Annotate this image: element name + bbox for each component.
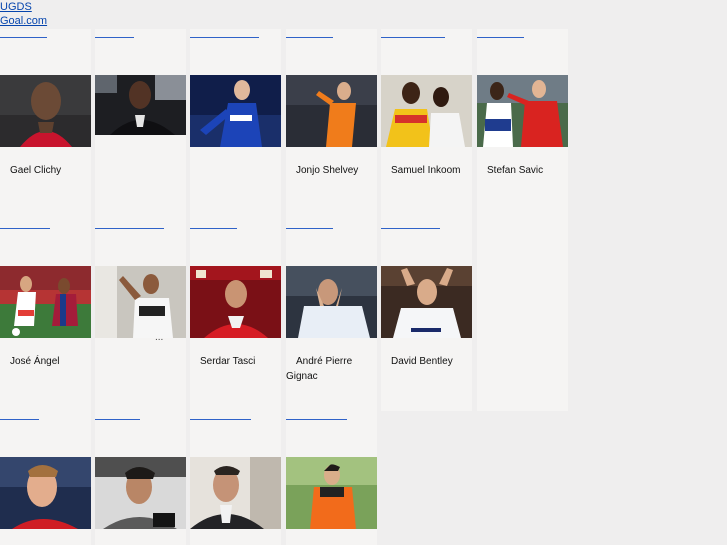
player-name: José Ángel [10,356,60,367]
player-photo-image [95,266,186,338]
player-photo-image [190,457,281,529]
player-link-underline[interactable] [190,228,237,229]
site-link[interactable]: UGDS [0,0,47,14]
player-name: Samuel Inkoom [391,165,461,176]
player-photo-image [381,75,472,147]
player-link-underline[interactable] [477,37,524,38]
player-card[interactable]: Gael Clichy [0,29,91,220]
player-photo-image [286,457,377,529]
player-link-underline[interactable] [286,228,333,229]
player-card[interactable] [190,411,281,545]
player-photo[interactable] [0,75,91,147]
player-name: André Pierre Gignac [286,356,353,382]
player-name: Jonjo Shelvey [296,165,359,176]
player-link-underline[interactable] [0,228,50,229]
player-card[interactable] [286,411,377,545]
player-card[interactable]: Samuel Inkoom [381,29,472,220]
player-link-underline[interactable] [0,37,47,38]
player-card[interactable]: Serdar Tasci [190,220,281,411]
player-card[interactable]: André Pierre Gignac [286,220,377,411]
player-link-underline[interactable] [95,419,140,420]
player-photo-image [381,266,472,338]
player-photo-image [95,75,186,135]
player-link-underline[interactable] [286,37,333,38]
photo-caption-ellipsis: ... [155,332,164,343]
player-card[interactable] [477,220,568,411]
player-photo[interactable] [95,266,186,338]
player-link-underline[interactable] [0,419,39,420]
player-photo[interactable] [190,457,281,529]
source-link[interactable]: Goal.com [0,14,47,28]
player-link-underline[interactable] [286,419,347,420]
player-photo[interactable] [286,266,377,338]
player-link-underline[interactable] [381,37,445,38]
player-card[interactable]: ... [95,220,186,411]
player-card[interactable]: Jonjo Shelvey [286,29,377,220]
player-photo[interactable] [190,266,281,338]
player-photo[interactable] [0,457,91,529]
player-link-underline[interactable] [381,228,440,229]
player-link-underline[interactable] [190,419,251,420]
player-card[interactable] [190,29,281,220]
player-photo-image [0,457,91,529]
player-link-underline[interactable] [95,37,134,38]
player-name: Stefan Savic [487,165,544,176]
player-photo[interactable] [95,75,186,135]
player-name: David Bentley [391,356,453,367]
player-name: Gael Clichy [10,165,62,176]
player-photo-image [286,75,377,147]
player-card[interactable]: David Bentley [381,220,472,411]
player-photo-image [95,457,186,529]
player-photo[interactable] [190,75,281,147]
player-card[interactable] [95,411,186,545]
player-link-underline[interactable] [190,37,259,38]
player-card[interactable] [0,411,91,545]
player-photo-image [0,266,91,338]
player-card[interactable]: Stefan Savic [477,29,568,220]
player-photo-image [286,266,377,338]
player-photo-image [0,75,91,147]
player-name: Serdar Tasci [200,356,256,367]
player-photo[interactable] [286,457,377,529]
player-photo[interactable] [477,75,568,147]
player-card[interactable]: José Ángel [0,220,91,411]
player-photo[interactable] [286,75,377,147]
player-photo[interactable] [381,266,472,338]
player-photo-image [477,75,568,147]
player-link-underline[interactable] [95,228,164,229]
player-card[interactable] [95,29,186,220]
top-links: UGDS Goal.com [0,0,47,28]
player-photo[interactable] [95,457,186,529]
player-photo-image [190,266,281,338]
player-photo[interactable] [0,266,91,338]
player-photo[interactable] [381,75,472,147]
player-photo-image [190,75,281,147]
